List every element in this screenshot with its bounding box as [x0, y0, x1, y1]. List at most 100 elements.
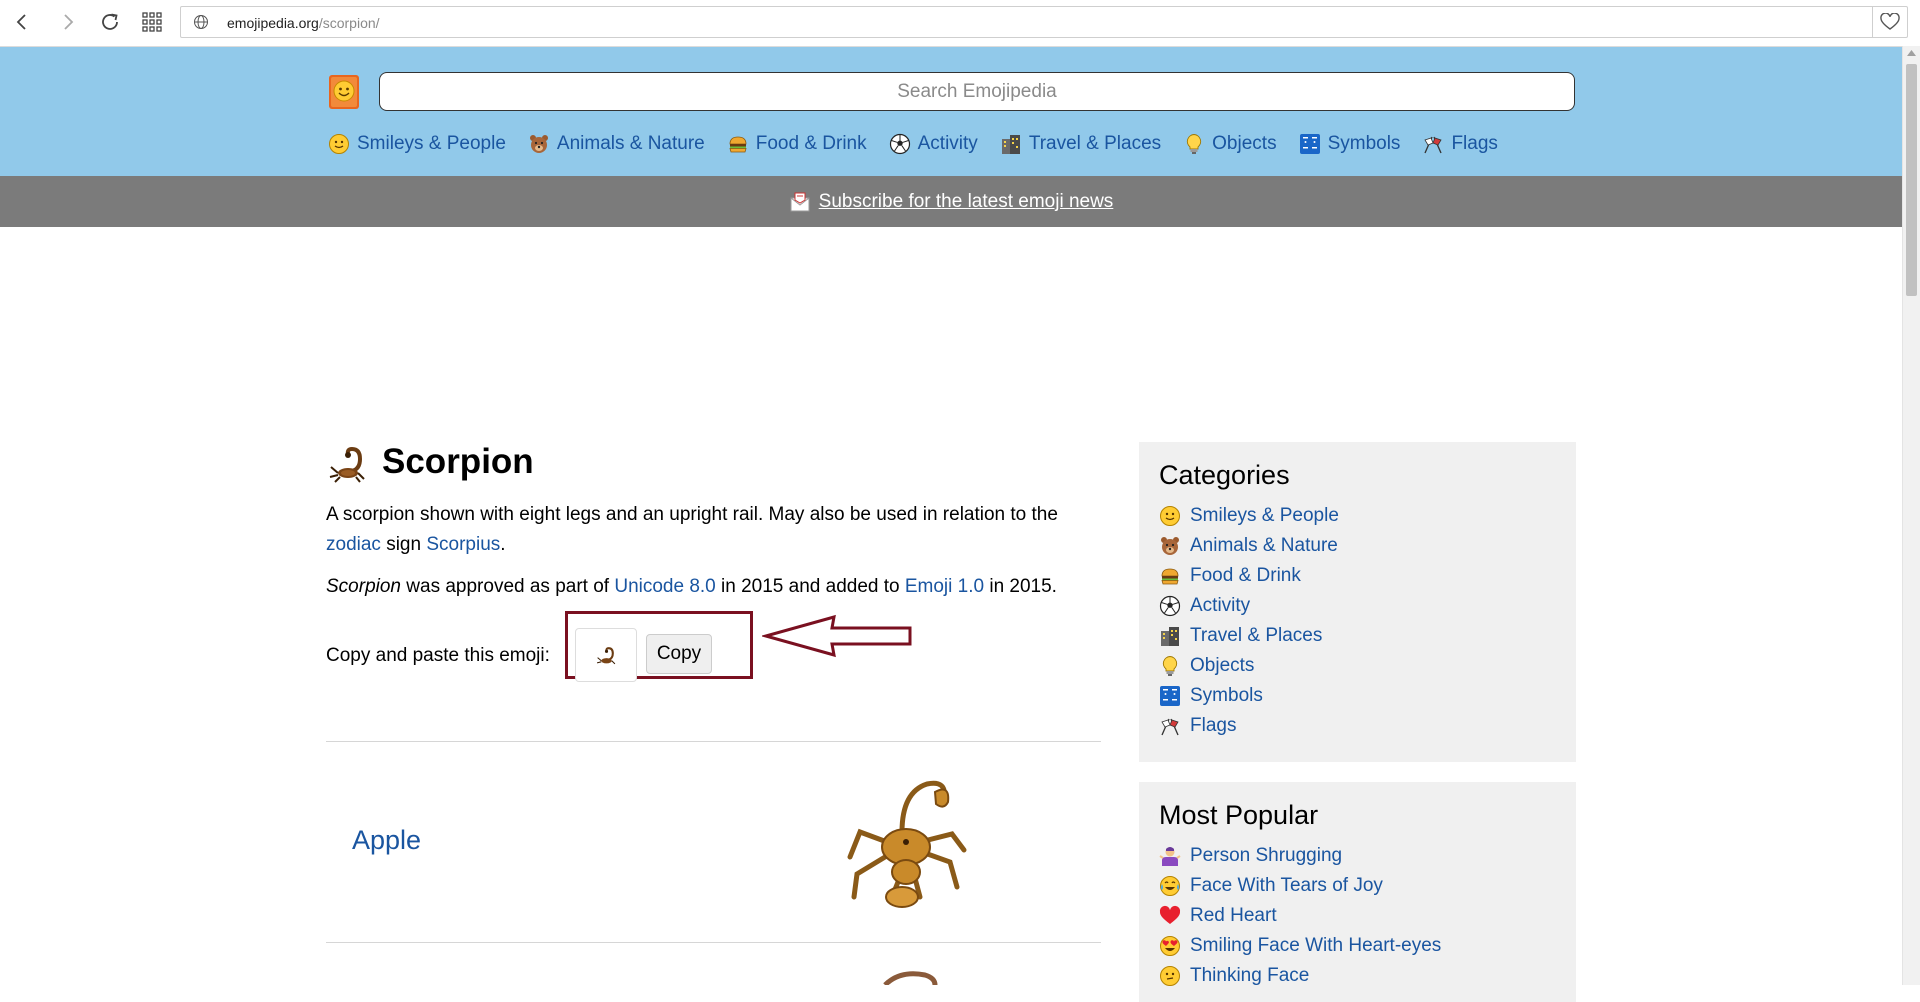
categories-heading: Categories	[1159, 460, 1290, 490]
sidebar-item-label: Food & Drink	[1190, 565, 1301, 586]
popular-item-person-shrugging[interactable]: Person Shrugging	[1159, 841, 1556, 871]
nav-travel-places[interactable]: Travel & Places	[1000, 130, 1161, 158]
scrollbar-thumb[interactable]	[1906, 64, 1917, 296]
description-text: A scorpion shown with eight legs and an …	[326, 504, 1058, 525]
search-input[interactable]: Search Emojipedia	[379, 72, 1575, 111]
sidebar-item-symbols[interactable]: Symbols	[1159, 681, 1556, 711]
copy-row: Copy and paste this emoji: Copy	[326, 611, 1101, 684]
sidebar-item-label: Travel & Places	[1190, 625, 1323, 646]
nav-activity[interactable]: Activity	[889, 130, 978, 158]
sidebar-item-label: Smileys & People	[1190, 505, 1339, 526]
page-title: Scorpion	[382, 442, 534, 481]
sidebar-item-label: Animals & Nature	[1190, 535, 1338, 556]
buildings-icon	[1001, 135, 1020, 154]
sidebar-item-label: Red Heart	[1190, 905, 1277, 926]
popular-item-thinking-face[interactable]: Thinking Face	[1159, 961, 1556, 991]
apps-grid-button[interactable]	[136, 6, 168, 38]
title-row: Scorpion	[326, 430, 1101, 494]
most-popular-list: Person Shrugging Face With Tears of Joy …	[1159, 841, 1556, 991]
sidebar-item-label: Thinking Face	[1190, 965, 1310, 986]
nav-flags[interactable]: Flags	[1422, 130, 1498, 158]
address-bar[interactable]: emojipedia.org/scorpion/	[180, 6, 1908, 38]
burger-icon	[729, 136, 747, 153]
buildings-icon	[1161, 627, 1179, 646]
nav-label: Flags	[1451, 133, 1498, 154]
most-popular-panel: Most Popular Person Shrugging Face With …	[1139, 782, 1576, 1002]
sidebar-item-label: Person Shrugging	[1190, 845, 1343, 866]
nav-smileys-people[interactable]: Smileys & People	[328, 130, 506, 158]
nav-animals-nature[interactable]: Animals & Nature	[528, 130, 705, 158]
category-nav: Smileys & People Animals & Nature Food &…	[328, 130, 1520, 158]
scorpion-icon	[596, 647, 616, 665]
nav-objects[interactable]: Objects	[1183, 130, 1277, 158]
favorite-button[interactable]	[1872, 7, 1907, 37]
scroll-up-icon	[1907, 50, 1916, 56]
grid-icon	[142, 12, 162, 32]
most-popular-heading: Most Popular	[1159, 800, 1319, 830]
vendor-divider	[326, 942, 1101, 943]
sidebar-item-label: Activity	[1190, 595, 1251, 616]
emojipedia-logo[interactable]	[327, 73, 363, 111]
popular-item-face-with-tears-of-joy[interactable]: Face With Tears of Joy	[1159, 871, 1556, 901]
unicode-version-link[interactable]: Unicode 8.0	[614, 576, 715, 597]
categories-panel: Categories Smileys & People Animals & Na…	[1139, 442, 1576, 762]
approval-text: was approved as part of	[401, 576, 615, 597]
apple-scorpion-image	[832, 762, 982, 917]
page-scrollbar[interactable]	[1902, 46, 1920, 985]
next-vendor-image	[880, 970, 940, 990]
url-path: /scorpion/	[318, 15, 380, 31]
subscribe-bar[interactable]: Subscribe for the latest emoji news	[0, 176, 1902, 227]
vendor-divider	[326, 741, 1101, 742]
symbols-icon	[1299, 134, 1320, 154]
copy-label: Copy and paste this emoji:	[326, 645, 550, 666]
light-bulb-icon	[1187, 134, 1202, 154]
url-host: emojipedia.org	[227, 15, 319, 31]
emoji-copy-field[interactable]	[575, 628, 637, 682]
sidebar-item-label: Flags	[1190, 715, 1237, 736]
sidebar-item-animals-nature[interactable]: Animals & Nature	[1159, 531, 1556, 561]
soccer-ball-icon	[889, 133, 910, 155]
categories-list: Smileys & People Animals & Nature Food &…	[1159, 501, 1556, 741]
popular-item-smiling-face-heart-eyes[interactable]: Smiling Face With Heart-eyes	[1159, 931, 1556, 961]
sidebar-item-smileys-people[interactable]: Smileys & People	[1159, 501, 1556, 531]
smiley-icon	[1160, 506, 1180, 526]
emoji-description: A scorpion shown with eight legs and an …	[326, 500, 1101, 560]
flags-icon	[1424, 136, 1443, 154]
nav-food-drink[interactable]: Food & Drink	[727, 130, 867, 158]
sidebar-item-travel-places[interactable]: Travel & Places	[1159, 621, 1556, 651]
annotation-arrow-icon	[762, 614, 912, 658]
emojipedia-book-icon	[329, 75, 359, 109]
copy-button[interactable]: Copy	[646, 634, 712, 674]
reload-icon	[102, 13, 118, 30]
reload-button[interactable]	[94, 6, 126, 38]
tears-of-joy-icon	[1160, 876, 1180, 896]
sidebar-item-label: Objects	[1190, 655, 1255, 676]
zodiac-link[interactable]: zodiac	[326, 534, 381, 555]
nav-symbols[interactable]: Symbols	[1299, 130, 1400, 158]
scorpion-image-icon	[847, 780, 967, 908]
nav-label: Travel & Places	[1028, 133, 1162, 154]
emoji-version-link[interactable]: Emoji 1.0	[905, 576, 984, 597]
nav-label: Animals & Nature	[556, 133, 705, 154]
forward-button[interactable]	[52, 6, 84, 38]
vendor-name-apple[interactable]: Apple	[352, 825, 421, 856]
browser-toolbar: emojipedia.org/scorpion/	[0, 0, 1920, 47]
approval-text: in 2015.	[984, 576, 1057, 597]
back-button[interactable]	[6, 6, 38, 38]
sidebar-item-activity[interactable]: Activity	[1159, 591, 1556, 621]
emoji-name-italic: Scorpion	[326, 576, 401, 597]
sidebar-item-label: Symbols	[1190, 685, 1263, 706]
sidebar-item-flags[interactable]: Flags	[1159, 711, 1556, 741]
sidebar-item-objects[interactable]: Objects	[1159, 651, 1556, 681]
popular-item-red-heart[interactable]: Red Heart	[1159, 901, 1556, 931]
scorpius-link[interactable]: Scorpius	[426, 534, 500, 555]
symbols-icon	[1160, 686, 1180, 706]
url-text: emojipedia.org/scorpion/	[227, 15, 380, 31]
subscribe-link[interactable]: Subscribe for the latest emoji news	[819, 191, 1114, 213]
sidebar-item-food-drink[interactable]: Food & Drink	[1159, 561, 1556, 591]
approval-text: in 2015 and added to	[715, 576, 905, 597]
bear-icon	[1161, 537, 1179, 555]
back-arrow-icon	[16, 14, 26, 30]
heart-outline-icon	[1880, 13, 1900, 30]
person-shrugging-icon	[1159, 847, 1181, 866]
